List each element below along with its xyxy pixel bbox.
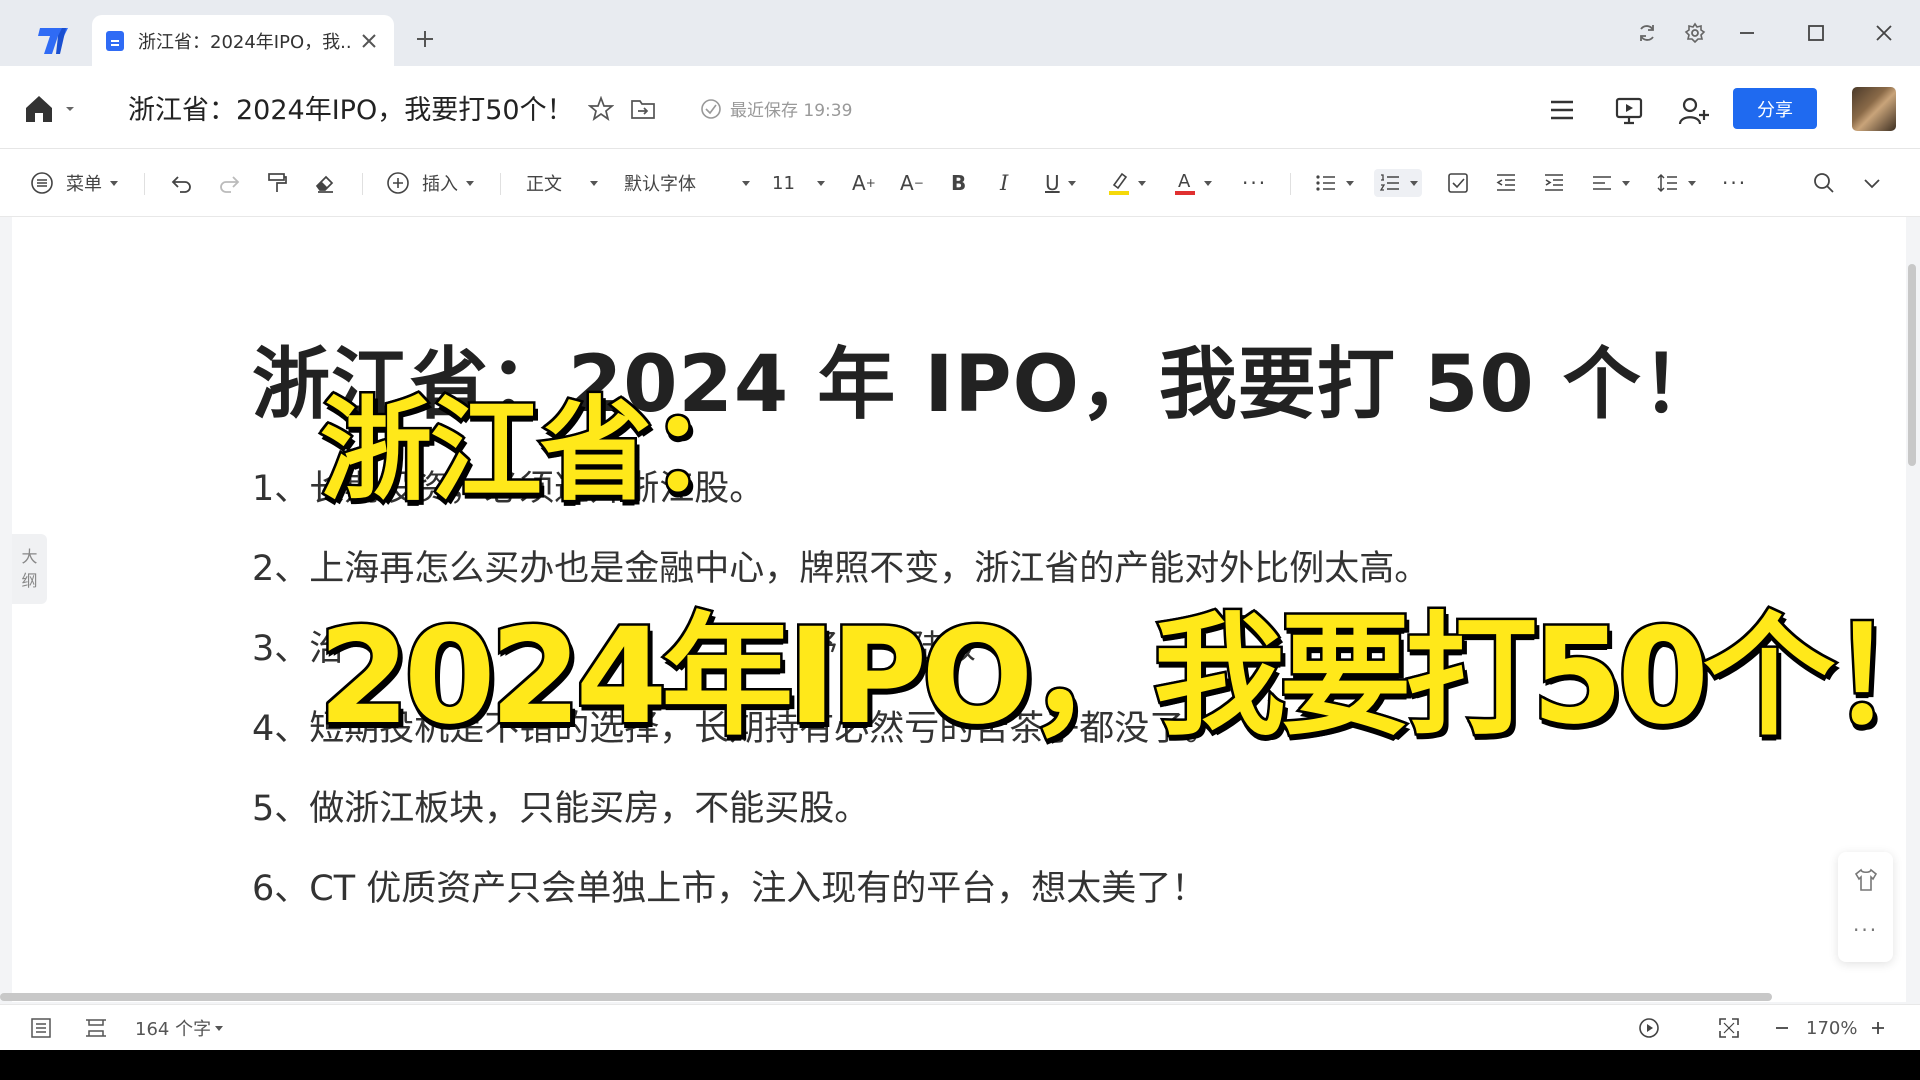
sync-icon[interactable] [1636, 22, 1658, 44]
line-spacing-icon [1657, 173, 1677, 193]
outdent-icon[interactable] [1494, 169, 1518, 197]
fullscreen-icon[interactable] [1718, 1017, 1740, 1039]
hamburger-icon[interactable] [1548, 96, 1576, 124]
underline-icon: U [1045, 171, 1060, 195]
underline-button[interactable]: U [1045, 169, 1076, 197]
list-item[interactable]: 6、CT 优质资产只会单独上市，注入现有的平台，想太美了！ [252, 860, 1206, 911]
line-spacing-button[interactable] [1656, 169, 1696, 197]
numbered-list-button[interactable] [1374, 169, 1422, 197]
app-logo-icon[interactable] [36, 24, 72, 56]
menu-icon [31, 172, 53, 194]
decrease-font-icon[interactable]: A − [900, 169, 924, 197]
bullet-list-button[interactable] [1314, 169, 1354, 197]
status-bar: 164 个字 170% [0, 1004, 1920, 1050]
search-icon[interactable] [1812, 169, 1836, 197]
paragraph-style-select[interactable]: 正文 [526, 169, 598, 197]
star-icon[interactable] [588, 96, 614, 122]
insert-button[interactable]: 插入 [386, 169, 474, 197]
outline-label: 大 [21, 547, 38, 566]
numbered-list-icon [1379, 174, 1399, 191]
eraser-icon[interactable] [313, 169, 337, 197]
bullet-list-icon [1316, 175, 1335, 191]
presentation-icon[interactable] [1614, 96, 1644, 126]
check-circle-icon [701, 98, 721, 119]
zoom-out-icon[interactable] [1772, 1017, 1792, 1039]
vertical-scrollbar[interactable] [1908, 264, 1916, 466]
share-button[interactable]: 分享 [1733, 88, 1817, 129]
video-letterbox [0, 1050, 1920, 1080]
floating-side-panel: ··· [1838, 852, 1893, 962]
menu-label: 菜单 [66, 174, 102, 195]
list-item[interactable]: 5、做浙江板块，只能买房，不能买股。 [252, 780, 869, 831]
maximize-icon[interactable] [1805, 22, 1827, 44]
format-toolbar: 菜单 插入 正文 默认字体 11 A + A − B I U A ··· ··· [0, 149, 1920, 217]
add-collaborator-icon[interactable] [1678, 96, 1710, 126]
zoom-level[interactable]: 170% [1806, 1017, 1857, 1039]
font-size-value: 11 [772, 172, 795, 194]
tab-bar: 浙江省：2024年IPO，我... [0, 0, 1920, 66]
plus-circle-icon [387, 172, 409, 194]
outline-label: 纲 [21, 571, 38, 590]
italic-icon[interactable]: I [1000, 169, 1008, 197]
zoom-in-icon[interactable] [1868, 1017, 1888, 1039]
overlay-caption-line2: 2024年IPO，我要打50个！ [315, 598, 1920, 757]
bold-icon[interactable]: B [951, 169, 966, 197]
increase-font-icon[interactable]: A + [852, 169, 876, 197]
font-size-select[interactable]: 11 [772, 169, 825, 197]
insert-label: 插入 [422, 174, 458, 195]
doc-icon [106, 30, 124, 51]
tab-title: 浙江省：2024年IPO，我... [138, 31, 352, 53]
word-count-text: 164 个字 [135, 1019, 212, 1040]
format-painter-icon[interactable] [265, 169, 289, 197]
chevron-down-icon[interactable] [1860, 169, 1884, 197]
menu-button[interactable]: 菜单 [30, 169, 118, 197]
more-format-icon[interactable]: ··· [1242, 169, 1267, 197]
svg-text:A: A [1178, 171, 1191, 192]
page-view-icon[interactable] [84, 1017, 108, 1039]
horizontal-scrollbar[interactable] [0, 993, 1772, 1001]
play-icon[interactable] [1638, 1017, 1660, 1039]
close-icon[interactable] [358, 30, 380, 52]
align-button[interactable] [1590, 169, 1630, 197]
align-left-icon [1593, 176, 1611, 190]
outline-toggle[interactable]: 大 纲 [12, 534, 47, 604]
home-button[interactable] [24, 92, 76, 126]
header-bar: 浙江省：2024年IPO，我要打50个！ 最近保存 19:39 分享 [0, 66, 1920, 149]
settings-icon[interactable] [1684, 22, 1706, 44]
font-family-value: 默认字体 [624, 174, 696, 195]
home-icon [26, 96, 74, 122]
save-status: 最近保存 19:39 [700, 96, 852, 121]
doc-title[interactable]: 浙江省：2024年IPO，我要打50个！ [128, 88, 574, 127]
shirt-icon[interactable] [1852, 866, 1880, 894]
undo-icon[interactable] [170, 169, 194, 197]
document-tab[interactable]: 浙江省：2024年IPO，我... [92, 15, 394, 66]
plus-icon[interactable] [414, 28, 436, 50]
save-status-text: 最近保存 19:39 [730, 101, 853, 121]
window-close-icon[interactable] [1873, 22, 1895, 44]
indent-icon[interactable] [1542, 169, 1566, 197]
paragraph-style-value: 正文 [526, 174, 562, 195]
font-color-icon: A [1175, 171, 1195, 195]
move-to-folder-icon[interactable] [630, 96, 656, 122]
word-count[interactable]: 164 个字 [135, 1017, 224, 1040]
checklist-icon[interactable] [1446, 169, 1470, 197]
highlight-button[interactable] [1108, 169, 1146, 197]
redo-icon[interactable] [217, 169, 241, 197]
highlighter-icon [1109, 172, 1129, 195]
font-family-select[interactable]: 默认字体 [624, 169, 750, 197]
outline-view-icon[interactable] [30, 1017, 52, 1039]
avatar[interactable] [1852, 87, 1896, 131]
overlay-caption-line1: 浙江省： [318, 384, 765, 519]
font-color-button[interactable]: A [1174, 169, 1212, 197]
minimize-icon[interactable] [1736, 22, 1758, 44]
more-paragraph-icon[interactable]: ··· [1722, 169, 1747, 197]
more-icon[interactable]: ··· [1853, 918, 1878, 942]
